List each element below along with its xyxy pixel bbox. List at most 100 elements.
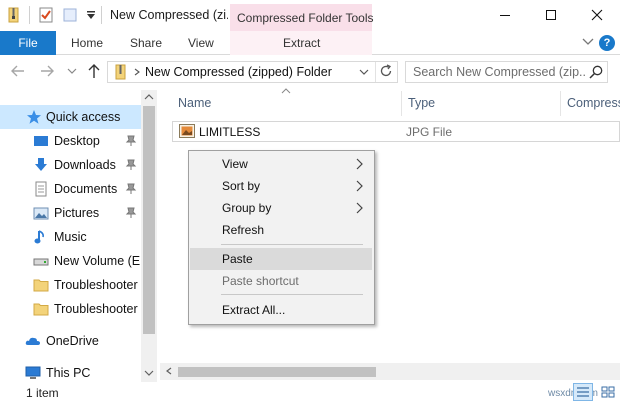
sidebar-item-downloads[interactable]: Downloads bbox=[0, 153, 141, 177]
sidebar-item-label: Documents bbox=[54, 182, 118, 196]
expand-ribbon-chevron-icon[interactable] bbox=[582, 37, 594, 47]
toolbar-separator bbox=[29, 6, 30, 24]
download-icon bbox=[35, 158, 47, 171]
star-icon bbox=[27, 110, 41, 124]
properties-icon[interactable] bbox=[38, 7, 54, 23]
maximize-button[interactable] bbox=[528, 0, 574, 30]
help-icon[interactable]: ? bbox=[599, 35, 615, 51]
menu-item-label: Paste shortcut bbox=[222, 274, 299, 288]
sidebar-item-onedrive[interactable]: OneDrive bbox=[0, 329, 141, 353]
sidebar-item-desktop[interactable]: Desktop bbox=[0, 129, 141, 153]
refresh-icon[interactable] bbox=[378, 63, 394, 79]
sidebar-item-label: Downloads bbox=[54, 158, 116, 172]
picture-icon bbox=[33, 207, 49, 220]
tab-view[interactable]: View bbox=[188, 36, 214, 50]
search-icon[interactable] bbox=[588, 64, 604, 80]
menu-item-label: View bbox=[222, 157, 248, 171]
menu-separator bbox=[221, 294, 363, 295]
up-button[interactable] bbox=[86, 63, 102, 79]
drive-icon bbox=[33, 258, 49, 266]
search-placeholder[interactable]: Search New Compressed (zip... bbox=[413, 65, 585, 79]
menu-item-paste[interactable]: Paste bbox=[189, 248, 374, 270]
sidebar-item-troubleshooter[interactable]: Troubleshooter bbox=[0, 273, 141, 297]
minimize-icon bbox=[500, 15, 510, 16]
arrow-up-icon bbox=[88, 64, 100, 78]
menu-item-sort-by[interactable]: Sort by bbox=[189, 175, 374, 197]
menu-item-label: Refresh bbox=[222, 223, 265, 237]
sidebar-item-pictures[interactable]: Pictures bbox=[0, 201, 141, 225]
details-view-button[interactable] bbox=[573, 383, 593, 401]
address-history-dropdown-icon[interactable] bbox=[359, 67, 369, 77]
details-view-icon bbox=[577, 387, 589, 397]
close-button[interactable] bbox=[574, 0, 620, 30]
column-divider[interactable] bbox=[560, 91, 561, 116]
navigation-pane-scroll-thumb[interactable] bbox=[143, 106, 155, 334]
customize-toolbar-dropdown-icon[interactable] bbox=[85, 9, 97, 21]
window-title: New Compressed (zi... bbox=[110, 8, 228, 22]
tab-file[interactable]: File bbox=[0, 31, 56, 55]
back-button[interactable] bbox=[10, 63, 26, 79]
breadcrumb-current-folder[interactable]: New Compressed (zipped) Folder bbox=[145, 65, 332, 79]
pin-icon[interactable] bbox=[125, 183, 137, 195]
title-separator bbox=[101, 6, 102, 24]
sidebar-item-label: Desktop bbox=[54, 134, 100, 148]
submenu-arrow-icon bbox=[356, 158, 363, 170]
menu-item-label: Paste bbox=[222, 252, 253, 266]
recent-locations-chevron-icon[interactable] bbox=[67, 66, 77, 76]
tab-share[interactable]: Share bbox=[130, 36, 162, 50]
jpg-image-icon bbox=[179, 124, 195, 138]
menu-item-extract-all[interactable]: Extract All... bbox=[189, 299, 374, 321]
sidebar-item-label: Pictures bbox=[54, 206, 100, 220]
zip-folder-icon[interactable] bbox=[6, 7, 22, 23]
menu-item-highlight bbox=[190, 248, 372, 270]
menu-item-view[interactable]: View bbox=[189, 153, 374, 175]
breadcrumb-chevron-icon[interactable] bbox=[133, 68, 141, 76]
column-header-name[interactable]: Name bbox=[178, 96, 211, 110]
scroll-down-arrow-icon[interactable] bbox=[143, 368, 155, 378]
menu-separator bbox=[221, 244, 363, 245]
column-header-compressed-size[interactable]: Compress bbox=[567, 96, 620, 110]
zip-folder-icon bbox=[115, 64, 126, 80]
document-icon bbox=[35, 181, 47, 197]
large-icons-view-icon bbox=[601, 386, 615, 398]
minimize-button[interactable] bbox=[482, 0, 528, 30]
pin-icon[interactable] bbox=[125, 135, 137, 147]
sidebar-item-troubleshooter-v[interactable]: Troubleshooter V bbox=[0, 297, 141, 321]
sidebar-item-quick-access[interactable]: Quick access bbox=[0, 105, 141, 129]
sidebar-item-label: This PC bbox=[46, 366, 91, 380]
pin-icon[interactable] bbox=[125, 159, 137, 171]
menu-item-label: Group by bbox=[222, 201, 272, 215]
tab-home[interactable]: Home bbox=[71, 36, 103, 50]
pin-icon[interactable] bbox=[125, 207, 137, 219]
sidebar-item-label: OneDrive bbox=[46, 334, 99, 348]
horizontal-scroll-thumb[interactable] bbox=[178, 367, 376, 377]
large-icons-view-button[interactable] bbox=[598, 383, 618, 401]
close-icon bbox=[591, 9, 603, 21]
menu-item-paste-shortcut[interactable]: Paste shortcut bbox=[189, 270, 374, 292]
column-header-type[interactable]: Type bbox=[408, 96, 435, 110]
desktop-icon bbox=[34, 136, 48, 146]
cloud-icon bbox=[25, 337, 40, 345]
sidebar-item-new-volume[interactable]: New Volume (E:) bbox=[0, 249, 141, 273]
sidebar-item-label: Music bbox=[54, 230, 87, 244]
sidebar-item-music[interactable]: Music bbox=[0, 225, 141, 249]
sidebar-item-label: Troubleshooter V bbox=[54, 302, 141, 316]
menu-item-group-by[interactable]: Group by bbox=[189, 197, 374, 219]
sidebar-item-documents[interactable]: Documents bbox=[0, 177, 141, 201]
file-type: JPG File bbox=[406, 125, 453, 139]
computer-icon bbox=[25, 366, 41, 379]
column-divider[interactable] bbox=[401, 91, 402, 116]
maximize-icon bbox=[546, 10, 556, 20]
menu-item-label: Extract All... bbox=[222, 303, 286, 317]
sidebar-item-label: Quick access bbox=[46, 110, 121, 124]
sidebar-item-label: New Volume (E:) bbox=[54, 254, 141, 268]
scroll-left-arrow-icon[interactable] bbox=[164, 366, 174, 376]
arrow-left-icon bbox=[11, 65, 24, 77]
file-name[interactable]: LIMITLESS bbox=[199, 125, 260, 139]
scroll-up-arrow-icon[interactable] bbox=[143, 92, 155, 102]
new-folder-icon[interactable] bbox=[62, 7, 78, 23]
menu-item-refresh[interactable]: Refresh bbox=[189, 219, 374, 241]
contextual-tab-group-title: Compressed Folder Tools bbox=[237, 11, 374, 25]
forward-button[interactable] bbox=[39, 63, 55, 79]
tab-extract[interactable]: Extract bbox=[283, 36, 320, 50]
